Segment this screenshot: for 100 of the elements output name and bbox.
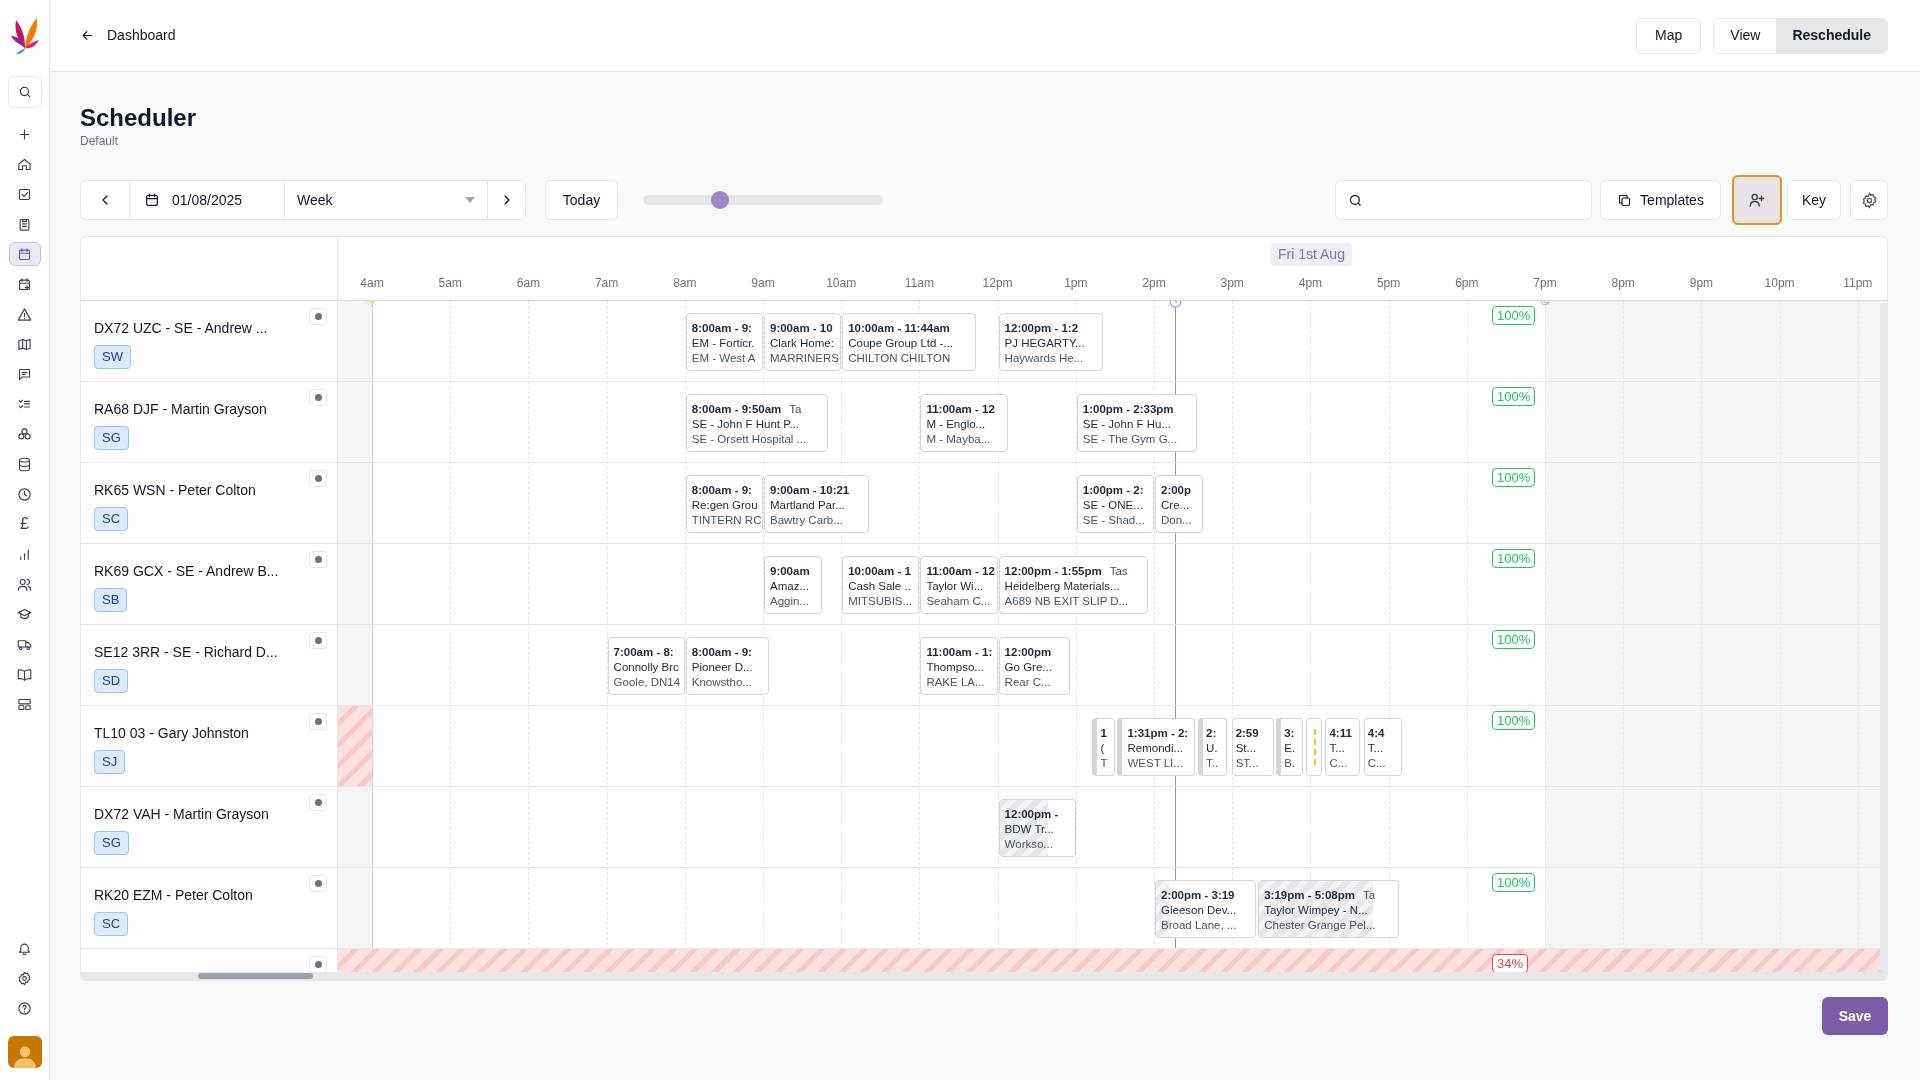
cubes-icon <box>17 426 32 442</box>
hour-label: 5am <box>437 275 463 292</box>
job-card[interactable]: 8:00am - 9: Re:gen Grou TINTERN RC <box>685 475 763 533</box>
job-card[interactable]: 2:00pm - 3:19 Gleeson Dev... Broad Lane, ... <box>1155 880 1256 938</box>
vehicle-label: RK20 EZM - Peter Colton <box>94 886 254 905</box>
job-card[interactable]: 11:00am - 12 Taylor Wi... Seaham C... <box>920 556 998 614</box>
map-button[interactable]: Map <box>1636 17 1702 54</box>
scheduler-nav-item[interactable] <box>8 242 41 266</box>
initials-tag: SC <box>94 507 129 531</box>
user-avatar[interactable] <box>7 1036 42 1068</box>
hour-label: 2pm <box>1141 275 1167 292</box>
job-card[interactable]: 12:00pm - 1:2 PJ HEGARTY... Haywards He... <box>998 313 1104 371</box>
calendar-plus-icon <box>17 276 32 292</box>
row-toggle-button[interactable] <box>309 308 327 325</box>
job-card[interactable]: 1:31pm - 2: Remondi... WEST LI... <box>1117 718 1195 776</box>
templates-button[interactable]: Templates <box>1600 180 1721 220</box>
job-card[interactable]: 12:00pm - BDW Tr... Workso... <box>998 799 1076 857</box>
database-icon <box>17 456 32 472</box>
job-card[interactable]: 12:00pm Go Gre... Rear C... <box>998 637 1071 695</box>
vehicle-label: RA68 DJF - Martin Grayson <box>94 400 268 419</box>
row-toggle-button[interactable] <box>309 794 327 811</box>
zoom-slider-thumb[interactable] <box>710 191 729 209</box>
assign-users-button[interactable] <box>1732 175 1782 225</box>
initials-tag: SC <box>94 912 129 936</box>
row-toggle-button[interactable] <box>309 713 327 730</box>
search-button[interactable] <box>7 76 42 108</box>
hour-label: 8am <box>672 275 698 292</box>
job-card[interactable]: 4:4 T... C... <box>1363 718 1402 776</box>
job-card[interactable]: 9:00am Amaz... Aggin... <box>764 556 822 614</box>
settings-button[interactable] <box>1850 180 1888 220</box>
range-dropdown[interactable]: Week <box>285 181 488 219</box>
job-card[interactable]: 10:00am - 1 Cash Sale .. MITSUBIS... <box>842 556 920 614</box>
initials-tag: SG <box>94 426 129 450</box>
layout-icon <box>17 696 32 712</box>
bell-icon <box>17 940 32 956</box>
hour-label: 6pm <box>1454 275 1480 292</box>
hour-label: 7pm <box>1532 275 1558 292</box>
job-card[interactable]: 1:00pm - 2: SE - ONE... SE - Shad... <box>1076 475 1154 533</box>
date-field[interactable]: 01/08/2025 <box>130 181 285 219</box>
utilisation-badge: 100% <box>1492 630 1536 649</box>
dropdown-caret-icon <box>465 197 475 203</box>
initials-tag: SJ <box>94 750 126 774</box>
job-card[interactable]: 7:00am - 8: Connolly Brc Goole, DN14 <box>607 637 685 695</box>
initials-tag: SB <box>94 588 128 612</box>
hour-label: 8pm <box>1610 275 1636 292</box>
checkbox-icon <box>17 186 32 202</box>
settings-icon <box>1860 191 1878 209</box>
hour-label: 12pm <box>981 275 1014 292</box>
job-card[interactable]: 2:59 St... ST... <box>1231 718 1274 776</box>
hour-label: 10pm <box>1763 275 1796 292</box>
job-card[interactable]: 3: E. B. <box>1276 718 1303 776</box>
job-card[interactable]: 10:00am - 11:44am Coupe Group Ltd -... CHILTON CHILTON <box>842 313 977 371</box>
user-add-icon <box>1748 191 1766 209</box>
home-icon <box>17 156 32 172</box>
marker-card[interactable] <box>1305 718 1323 776</box>
job-card[interactable]: 4:11 T... C... <box>1325 718 1360 776</box>
row-toggle-button[interactable] <box>309 389 327 406</box>
job-card[interactable]: 12:00pm - 1:55pm Tas Heidelberg Materials... A689 NB EXIT SLIP D... <box>998 556 1148 614</box>
vehicle-label: DX72 UZC - SE - Andrew ... <box>94 319 269 338</box>
row-toggle-button[interactable] <box>309 470 327 487</box>
back-link[interactable]: Dashboard <box>80 25 176 46</box>
horizontal-scrollbar[interactable] <box>81 972 1887 980</box>
hour-label: 11am <box>903 275 935 292</box>
row-toggle-button[interactable] <box>309 632 327 649</box>
chat-icon <box>17 366 32 382</box>
finance-nav-item[interactable]: £ <box>8 512 41 536</box>
job-card[interactable]: 1:00pm - 2:33pm SE - John F Hu... SE - The Gym G... <box>1076 394 1197 452</box>
key-button[interactable]: Key <box>1787 180 1841 220</box>
hour-label: 7am <box>593 275 620 292</box>
search-field[interactable] <box>1335 180 1592 220</box>
job-card[interactable]: 1 ( T <box>1092 718 1115 776</box>
job-card[interactable]: 2: U. T.. <box>1198 718 1227 776</box>
hour-label: 4pm <box>1297 275 1324 292</box>
job-card[interactable]: 9:00am - 10:21 Martland Par... Bawtry Carb... <box>764 475 869 533</box>
hour-label: 11pm <box>1842 275 1874 292</box>
vehicle-label: RK69 GCX - SE - Andrew B... <box>94 562 280 581</box>
clock-icon <box>17 486 32 502</box>
calendar-icon <box>17 246 32 262</box>
row-toggle-button[interactable] <box>309 875 327 892</box>
today-button[interactable]: Today <box>545 180 618 220</box>
hour-label: 10am <box>825 275 858 292</box>
job-card[interactable]: 9:00am - 10 Clark Home: MARRINERS <box>764 313 842 371</box>
job-card[interactable]: 8:00am - 9:50am Ta SE - John F Hunt P... SE - Orsett Hospital ... <box>685 394 828 452</box>
initials-tag: SD <box>94 669 129 693</box>
page-title: Scheduler <box>80 103 198 133</box>
job-card[interactable]: 3:19pm - 5:08pm Ta Taylor Wimpey - N... Chester Grange Pel... <box>1258 880 1399 938</box>
hour-label: 5pm <box>1375 275 1402 292</box>
job-card[interactable]: 8:00am - 9: EM - Forticr. EM - West A <box>685 313 763 371</box>
help-icon <box>17 1000 32 1016</box>
row-toggle-button[interactable] <box>309 551 327 568</box>
back-arrow-icon <box>80 28 95 43</box>
vehicle-label: SE12 3RR - SE - Richard D... <box>94 643 279 662</box>
job-card[interactable]: 11:00am - 12 M - Englo... M - Mayba... <box>920 394 1008 452</box>
job-card[interactable]: 11:00am - 1: Thompso... RAKE LA... <box>920 637 998 695</box>
view-mode-tab[interactable]: Reschedule <box>1776 18 1887 53</box>
job-card[interactable]: 2:00p Cre... Don... <box>1155 475 1204 533</box>
vertical-scrollbar[interactable] <box>1880 303 1887 972</box>
job-card[interactable]: 8:00am - 9: Pioneer D... Knowstho... <box>685 637 770 695</box>
book-icon <box>17 666 32 682</box>
save-button[interactable]: Save <box>1822 997 1888 1035</box>
